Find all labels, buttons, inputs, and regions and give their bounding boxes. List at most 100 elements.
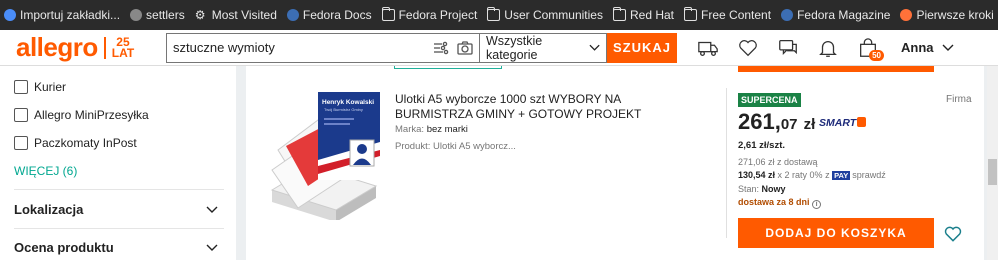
chevron-down-icon: [206, 206, 218, 213]
divider: [14, 228, 224, 229]
product-image[interactable]: Henryk Kowalski Twój Burmistrz Gminy: [264, 90, 384, 220]
truck-icon[interactable]: [697, 37, 719, 59]
bookmark-label: Red Hat: [629, 8, 675, 22]
brand-label: Marka:: [395, 124, 425, 135]
bookmark-label: Most Visited: [211, 8, 277, 22]
folder-icon: [487, 7, 501, 21]
price-cents: 07: [780, 116, 798, 133]
cart-button[interactable]: 50: [857, 37, 884, 61]
info-icon[interactable]: i: [812, 200, 822, 209]
product-title[interactable]: Ulotki A5 wyborcze 1000 szt WYBORY NA BU…: [395, 92, 685, 122]
section-title: Ocena produktu: [14, 240, 114, 255]
search-input[interactable]: sztuczne wymioty: [166, 32, 479, 63]
section-lokalizacja[interactable]: Lokalizacja: [14, 202, 218, 217]
bookmark-label: Free Content: [701, 8, 772, 22]
chevron-down-icon: [942, 44, 953, 51]
bookmark-label: Pierwsze kroki: [916, 8, 994, 22]
product-label: Produkt:: [395, 141, 431, 152]
settlers-site-icon: [130, 9, 143, 21]
bookmark-item[interactable]: Free Content: [684, 7, 772, 22]
bookmark-item[interactable]: Fedora Project: [381, 7, 477, 22]
installments-amount: 130,54 zł: [738, 170, 776, 180]
price-with-delivery: 271,06 zł z dostawą: [738, 157, 818, 167]
checkbox[interactable]: [14, 80, 28, 94]
checkbox[interactable]: [14, 108, 28, 122]
bookmark-label: Fedora Magazine: [797, 8, 891, 22]
product-brand: Marka: bez marki: [395, 124, 468, 135]
anniversary-mark: 25 LAT: [111, 36, 135, 60]
category-value: Wszystkie kategorie: [486, 33, 543, 62]
chevron-down-icon: [206, 244, 218, 251]
condition-label: Stan:: [738, 184, 760, 194]
allegro-logo[interactable]: allegro 25 LAT: [16, 32, 164, 63]
image-candidate-name: Henryk Kowalski: [322, 99, 374, 106]
anniversary-label: LAT: [111, 45, 135, 60]
folder-icon: [612, 7, 626, 21]
show-more-link[interactable]: WIĘCEJ (6): [14, 164, 77, 178]
filter-allegro-miniprzesylka[interactable]: Allegro MiniPrzesyłka: [14, 108, 149, 122]
firefox-icon: [900, 9, 913, 21]
product-value: Ulotki A5 wyborcz...: [433, 141, 516, 152]
bookmark-item[interactable]: User Communities: [487, 7, 603, 22]
product-card: Henryk Kowalski Twój Burmistrz Gminy Ulo…: [246, 66, 984, 260]
checkbox-label: Allegro MiniPrzesyłka: [34, 108, 149, 122]
chevron-down-icon: [589, 44, 600, 51]
logo-divider: [103, 36, 106, 59]
checkbox-label: Paczkomaty InPost: [34, 136, 137, 150]
smart-logo-icon: [857, 117, 867, 127]
user-menu[interactable]: Anna: [901, 40, 954, 55]
bookmarks-bar: Importuj zakładki... settlers ⚙ Most Visite…: [0, 0, 998, 30]
bookmark-item[interactable]: Pierwsze kroki: [900, 8, 994, 22]
search-bar: sztuczne wymioty Wszystkie kategorie SZU…: [166, 32, 677, 63]
check-installments-link[interactable]: sprawdź: [852, 170, 886, 180]
fedora-icon: [286, 9, 299, 21]
delivery-time: dostawa za 8 dni i: [738, 197, 822, 209]
bookmark-item[interactable]: Importuj zakładki...: [4, 8, 120, 22]
bookmark-item[interactable]: Fedora Docs: [286, 8, 372, 22]
bookmark-label: Fedora Docs: [302, 8, 372, 22]
checkbox-label: Kurier: [34, 80, 67, 94]
filter-list-icon[interactable]: [433, 41, 449, 55]
logo-text: allegro: [16, 32, 98, 62]
filter-kurier[interactable]: Kurier: [14, 80, 66, 94]
brand-value: bez marki: [426, 124, 468, 135]
checkbox[interactable]: [14, 136, 28, 150]
search-query: sztuczne wymioty: [173, 40, 275, 55]
delivery-text: dostawa za 8 dni: [738, 197, 810, 207]
section-ocena-produktu[interactable]: Ocena produktu: [14, 240, 218, 255]
section-title: Lokalizacja: [14, 202, 84, 217]
product-reference: Produkt: Ulotki A5 wyborcz...: [395, 141, 516, 152]
bookmark-label: Importuj zakładki...: [20, 8, 121, 22]
bookmark-label: settlers: [146, 8, 185, 22]
add-to-cart-button[interactable]: DODAJ DO KOSZYKA: [738, 218, 934, 248]
category-select[interactable]: Wszystkie kategorie: [479, 32, 607, 63]
previous-card-cart-button-edge[interactable]: [738, 66, 934, 72]
image-candidate-subtitle: Twój Burmistrz Gminy: [324, 107, 363, 112]
heart-icon[interactable]: [737, 37, 759, 59]
site-header: allegro 25 LAT sztuczne wymioty Wszystki…: [0, 30, 998, 66]
bookmark-label: User Communities: [504, 8, 603, 22]
search-button[interactable]: SZUKAJ: [607, 32, 677, 63]
camera-icon[interactable]: [457, 40, 473, 55]
user-name: Anna: [901, 40, 934, 55]
bookmark-item[interactable]: settlers: [130, 8, 185, 22]
filters-sidebar: Kurier Allegro MiniPrzesyłka Paczkomaty …: [0, 66, 236, 260]
scrollbar-thumb[interactable]: [988, 159, 997, 185]
installments-text: x 2 raty 0% z: [777, 170, 830, 180]
smart-label: SMART: [819, 117, 857, 129]
chat-icon[interactable]: [777, 37, 799, 59]
cart-count-badge: 50: [869, 49, 884, 61]
bookmark-item[interactable]: Fedora Magazine: [781, 8, 890, 22]
filter-paczkomaty-inpost[interactable]: Paczkomaty InPost: [14, 136, 137, 150]
bell-icon[interactable]: [817, 37, 839, 59]
bookmark-item[interactable]: Red Hat: [612, 7, 675, 22]
folder-icon: [381, 7, 395, 21]
header-icons: 50: [697, 37, 884, 61]
divider: [14, 189, 224, 190]
previous-card-button-edge: [394, 66, 502, 69]
condition: Stan: Nowy: [738, 184, 786, 194]
supercena-badge: SUPERCENA: [738, 93, 801, 107]
favorite-heart-icon[interactable]: [943, 224, 963, 244]
installments: 130,54 zł x 2 raty 0% z PAY sprawdź: [738, 170, 886, 180]
bookmark-item[interactable]: ⚙ Most Visited: [195, 8, 277, 22]
